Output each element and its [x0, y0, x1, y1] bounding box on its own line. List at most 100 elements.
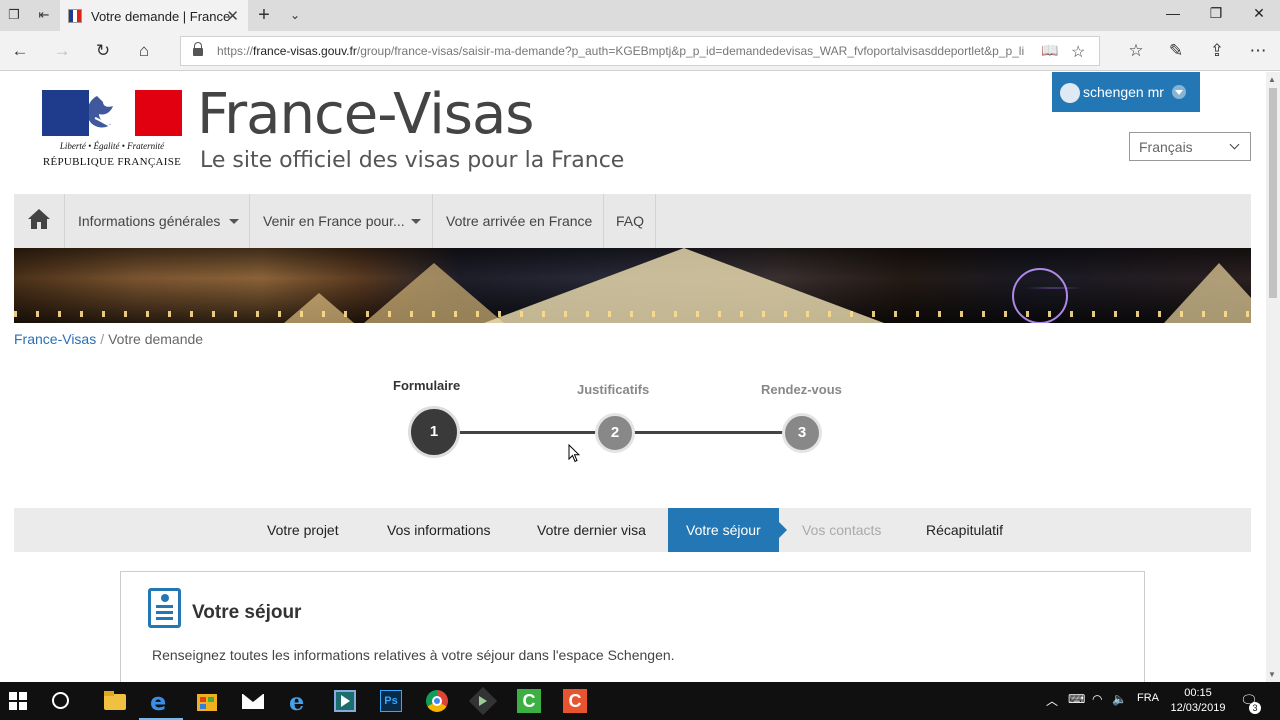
tab-recapitulatif[interactable]: Récapitulatif: [926, 508, 1003, 552]
volume-icon[interactable]: 🔈: [1112, 692, 1127, 706]
home-button-icon[interactable]: ⌂: [132, 39, 156, 63]
page-scrollbar[interactable]: ▲ ▼: [1266, 72, 1280, 682]
nav-home[interactable]: [14, 194, 65, 248]
home-icon: [28, 209, 50, 229]
tab-votre-sejour[interactable]: Votre séjour: [668, 508, 787, 552]
breadcrumb: France-Visas / Votre demande: [14, 331, 203, 347]
close-tab-icon[interactable]: ✕: [226, 7, 239, 25]
url-text: https://france-visas.gouv.fr/group/franc…: [217, 44, 1025, 58]
progress-stepper: Formulaire Justificatifs Rendez-vous 1 2…: [380, 372, 880, 472]
tab-votre-dernier-visa[interactable]: Votre dernier visa: [537, 508, 646, 552]
section-description: Renseignez toutes les informations relat…: [152, 647, 675, 663]
site-title[interactable]: France-Visas: [197, 82, 534, 147]
step-3-circle[interactable]: 3: [782, 413, 822, 453]
language-value: Français: [1139, 139, 1193, 155]
louvre-banner-image: [14, 248, 1251, 323]
cortana-search-icon[interactable]: [52, 692, 69, 709]
chrome-icon[interactable]: [422, 686, 452, 716]
store-icon[interactable]: [192, 686, 222, 716]
windows-taskbar: e e Ps C C ︿ ⌨ ◠ 🔈 FRA 00:15 12/03/2019: [0, 682, 1280, 720]
nav-votre-arrivee[interactable]: Votre arrivée en France: [433, 194, 604, 248]
reading-view-icon[interactable]: 📖: [1041, 42, 1058, 59]
tab-vos-contacts[interactable]: Vos contacts: [802, 508, 881, 552]
show-hidden-icons-icon[interactable]: ︿: [1046, 692, 1058, 709]
clock-date: 12/03/2019: [1170, 702, 1226, 714]
step-label-justificatifs: Justificatifs: [577, 382, 650, 397]
mail-icon[interactable]: [238, 686, 268, 716]
scroll-up-icon[interactable]: ▲: [1268, 75, 1276, 84]
url-field[interactable]: https://france-visas.gouv.fr/group/franc…: [180, 36, 1100, 66]
system-clock[interactable]: 00:15 12/03/2019: [1170, 686, 1226, 716]
breadcrumb-home-link[interactable]: France-Visas: [14, 331, 96, 347]
camtasia-orange-icon[interactable]: C: [560, 686, 590, 716]
chevron-down-icon: [1229, 139, 1240, 150]
back-icon[interactable]: ←: [8, 39, 32, 63]
wifi-icon[interactable]: ◠: [1092, 692, 1102, 706]
clock-time: 00:15: [1184, 687, 1212, 699]
lock-icon: [193, 42, 203, 57]
main-navigation: Informations générales Venir en France p…: [14, 194, 1251, 248]
scroll-down-icon[interactable]: ▼: [1268, 670, 1276, 679]
input-language[interactable]: FRA: [1137, 692, 1159, 704]
ferris-wheel-icon: [1012, 268, 1068, 323]
form-section-tabs: Votre projet Vos informations Votre dern…: [14, 508, 1251, 552]
video-editor-icon[interactable]: [468, 686, 498, 716]
breadcrumb-separator: /: [100, 331, 105, 347]
photoshop-icon[interactable]: Ps: [376, 686, 406, 716]
step-2-circle[interactable]: 2: [595, 413, 635, 453]
browser-tab-bar: ❐ ⇤ Votre demande | France ✕ + ⌄ — ❐ ✕: [0, 0, 1280, 31]
tab-sets-icon[interactable]: ❐: [5, 6, 23, 24]
favorites-hub-icon[interactable]: ☆: [1124, 39, 1148, 63]
scrollbar-thumb[interactable]: [1269, 88, 1277, 298]
language-select[interactable]: Français: [1129, 132, 1251, 161]
user-avatar-icon: [1060, 83, 1080, 103]
browser-tab[interactable]: Votre demande | France ✕: [60, 0, 248, 31]
favorite-star-icon[interactable]: ☆: [1071, 42, 1085, 62]
new-tab-icon[interactable]: +: [255, 5, 273, 25]
nav-label: Venir en France pour...: [263, 213, 405, 229]
step-1-circle[interactable]: 1: [408, 406, 460, 458]
nav-faq[interactable]: FAQ: [604, 194, 656, 248]
motto-text: Liberté • Égalité • Fraternité: [59, 141, 165, 151]
breadcrumb-current: Votre demande: [108, 331, 204, 347]
step-connector: [632, 431, 784, 434]
id-card-icon: [148, 588, 181, 628]
user-name: schengen mr: [1083, 84, 1164, 100]
nav-venir-en-france[interactable]: Venir en France pour...: [250, 194, 433, 248]
restore-icon[interactable]: ❐: [1206, 5, 1226, 22]
tab-title: Votre demande | France: [91, 9, 231, 24]
tab-votre-projet[interactable]: Votre projet: [267, 508, 339, 552]
windows-start-icon[interactable]: [8, 691, 28, 711]
tab-preview-chevron-icon[interactable]: ⌄: [286, 6, 304, 24]
refresh-icon[interactable]: ↻: [91, 39, 115, 63]
tab-vos-informations[interactable]: Vos informations: [387, 508, 491, 552]
keyboard-tray-icon[interactable]: ⌨: [1068, 692, 1085, 706]
share-icon[interactable]: ⇪: [1205, 39, 1229, 63]
address-toolbar: ← → ↻ ⌂ https://france-visas.gouv.fr/gro…: [0, 31, 1280, 71]
section-card: Votre séjour Renseignez toutes les infor…: [120, 571, 1145, 682]
forward-icon[interactable]: →: [50, 39, 74, 63]
site-subtitle: Le site officiel des visas pour la Franc…: [200, 148, 625, 173]
nav-label: Informations générales: [78, 213, 221, 229]
marianne-flag-icon: [42, 90, 183, 136]
user-menu-button[interactable]: schengen mr: [1052, 72, 1200, 112]
minimize-icon[interactable]: —: [1163, 5, 1183, 21]
internet-explorer-icon[interactable]: e: [284, 686, 314, 716]
nav-label: FAQ: [616, 213, 645, 229]
file-explorer-icon[interactable]: [100, 686, 130, 716]
step-label-rendez-vous: Rendez-vous: [761, 382, 842, 397]
site-favicon-icon: [68, 9, 82, 23]
media-app-icon[interactable]: [330, 686, 360, 716]
nav-informations-generales[interactable]: Informations générales: [65, 194, 250, 248]
camtasia-green-icon[interactable]: C: [514, 686, 544, 716]
nav-label: Votre arrivée en France: [446, 213, 593, 229]
step-label-formulaire: Formulaire: [393, 378, 461, 393]
republique-francaise-logo[interactable]: Liberté • Égalité • Fraternité RÉPUBLIQU…: [42, 90, 183, 174]
more-menu-icon[interactable]: ⋯: [1246, 39, 1270, 63]
web-note-icon[interactable]: ✎: [1164, 39, 1188, 63]
section-title: Votre séjour: [192, 602, 302, 623]
dropdown-arrow-icon: [411, 219, 421, 224]
tabs-aside-icon[interactable]: ⇤: [35, 6, 53, 24]
edge-browser-icon[interactable]: e: [139, 686, 183, 720]
window-close-icon[interactable]: ✕: [1249, 5, 1269, 22]
